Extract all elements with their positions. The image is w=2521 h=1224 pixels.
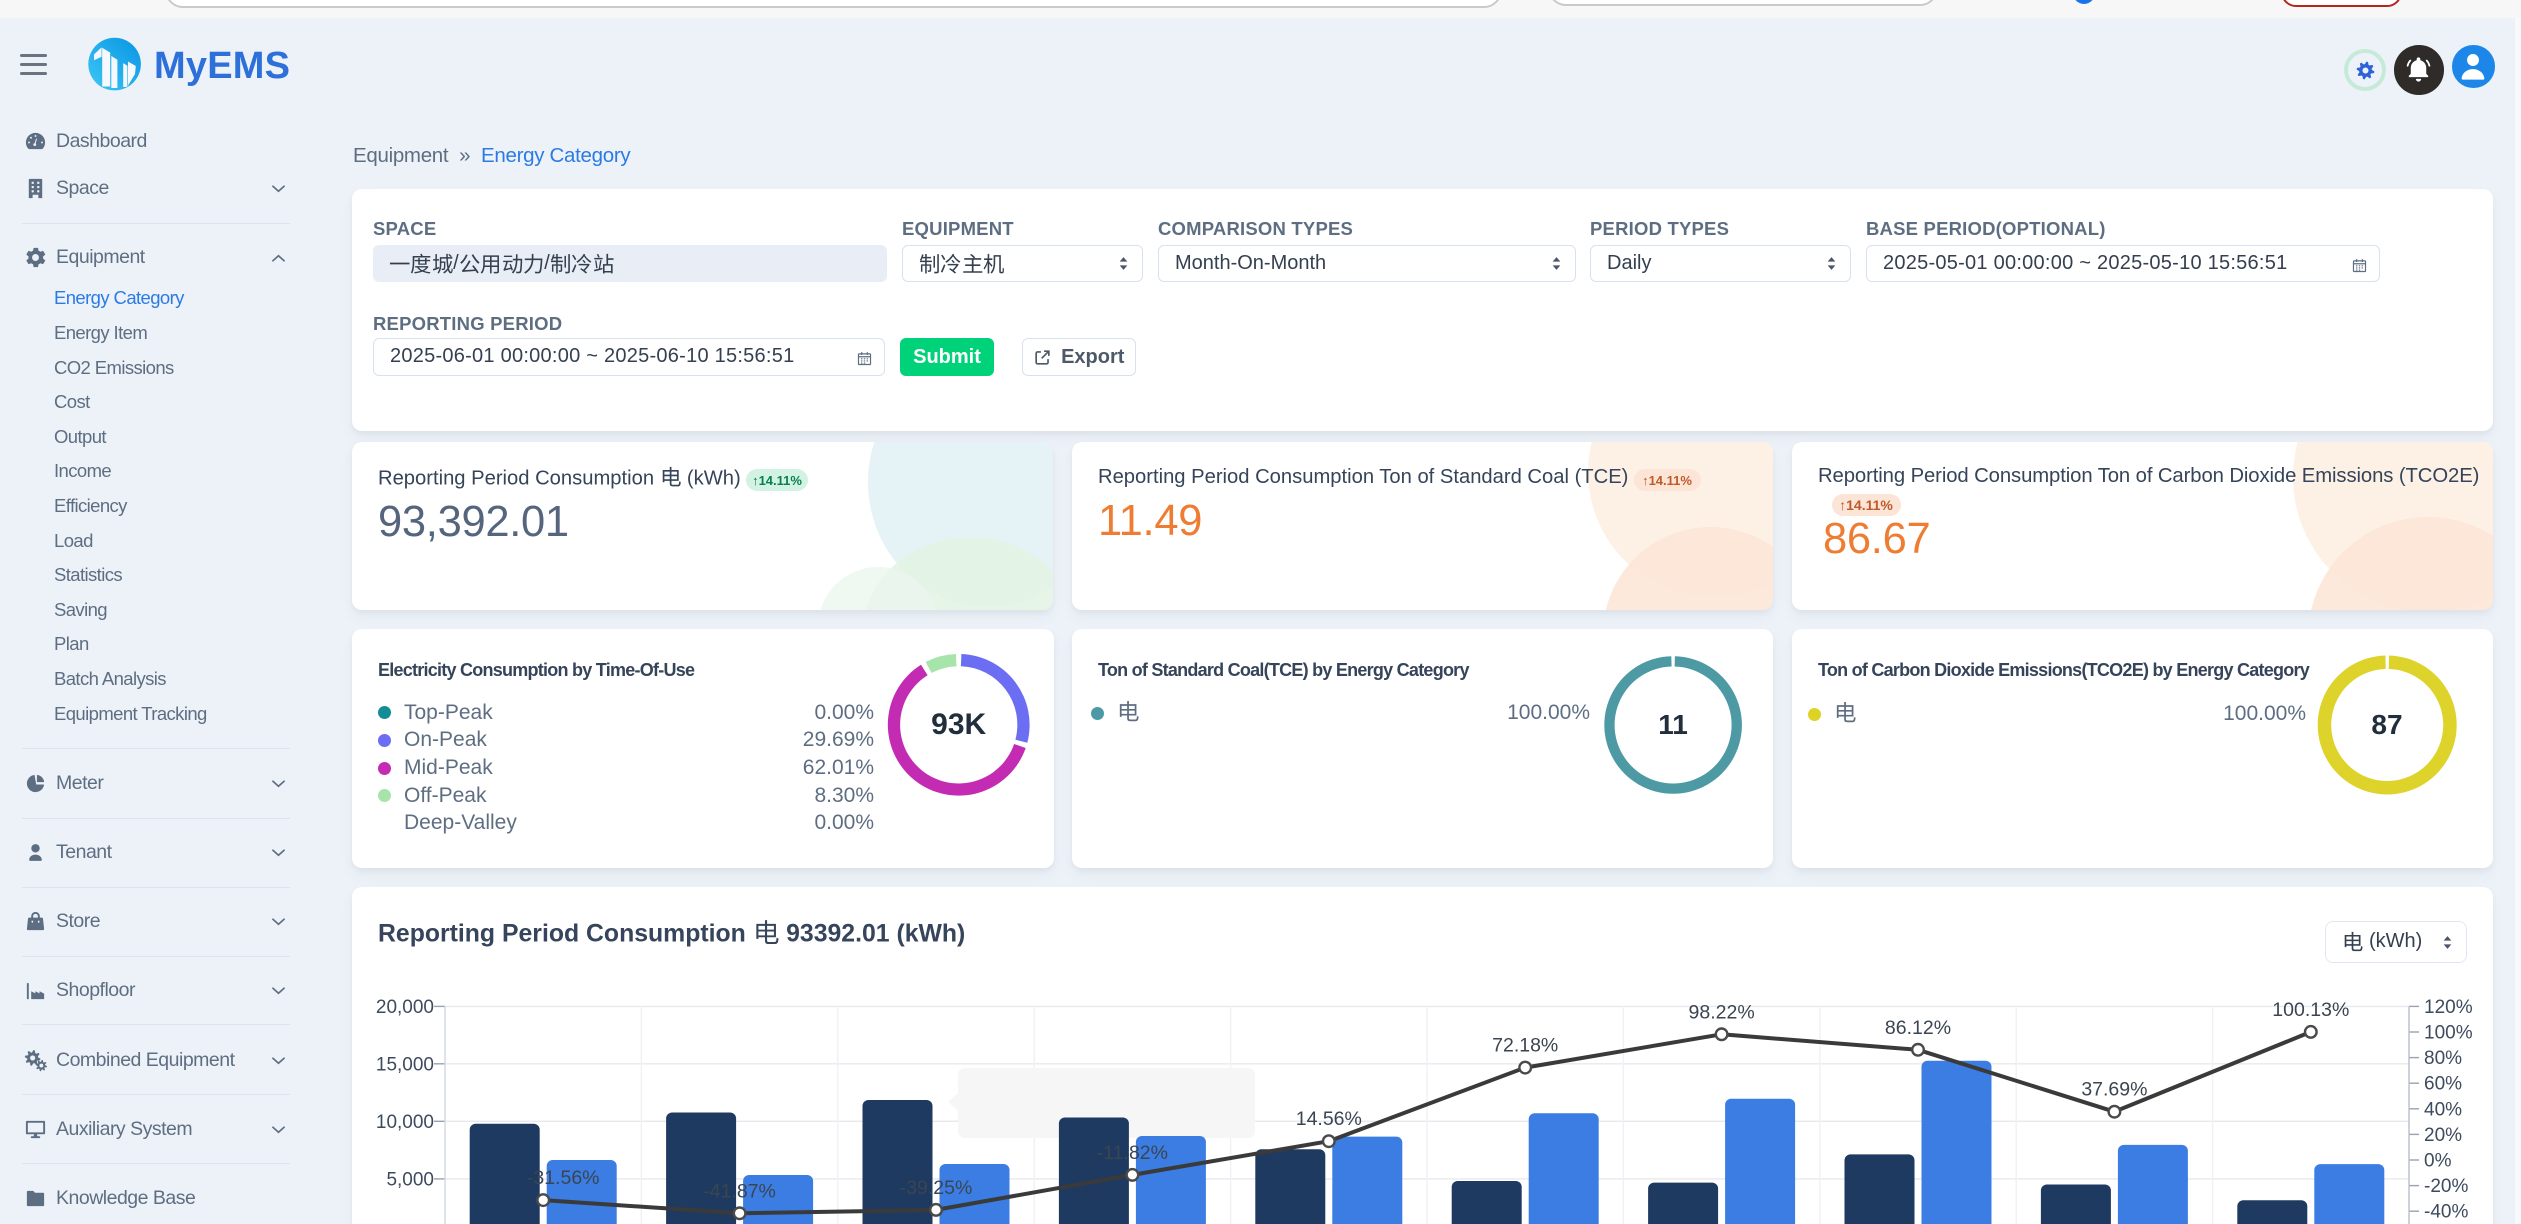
svg-text:80%: 80% (2424, 1048, 2462, 1069)
svg-text:86.12%: 86.12% (1885, 1017, 1951, 1039)
svg-text:72.18%: 72.18% (1492, 1035, 1558, 1057)
svg-text:100%: 100% (2424, 1023, 2473, 1044)
svg-text:-41.87%: -41.87% (703, 1180, 776, 1202)
svg-text:-11.82%: -11.82% (1097, 1142, 1168, 1164)
svg-text:0%: 0% (2424, 1151, 2452, 1172)
svg-text:10,000: 10,000 (376, 1112, 434, 1133)
svg-text:-40%: -40% (2424, 1202, 2468, 1223)
svg-text:15,000: 15,000 (376, 1054, 434, 1075)
svg-text:-20%: -20% (2424, 1176, 2468, 1197)
svg-text:60%: 60% (2424, 1074, 2462, 1095)
svg-text:-39.25%: -39.25% (900, 1177, 973, 1199)
svg-text:20,000: 20,000 (376, 997, 434, 1018)
svg-text:40%: 40% (2424, 1099, 2462, 1120)
svg-text:37.69%: 37.69% (2081, 1079, 2147, 1101)
svg-text:98.22%: 98.22% (1689, 1001, 1755, 1023)
svg-text:100.13%: 100.13% (2272, 999, 2349, 1021)
svg-text:120%: 120% (2424, 997, 2473, 1018)
svg-text:14.56%: 14.56% (1296, 1108, 1362, 1130)
svg-text:-31.56%: -31.56% (527, 1167, 600, 1189)
svg-text:20%: 20% (2424, 1125, 2462, 1146)
svg-text:5,000: 5,000 (386, 1169, 434, 1190)
